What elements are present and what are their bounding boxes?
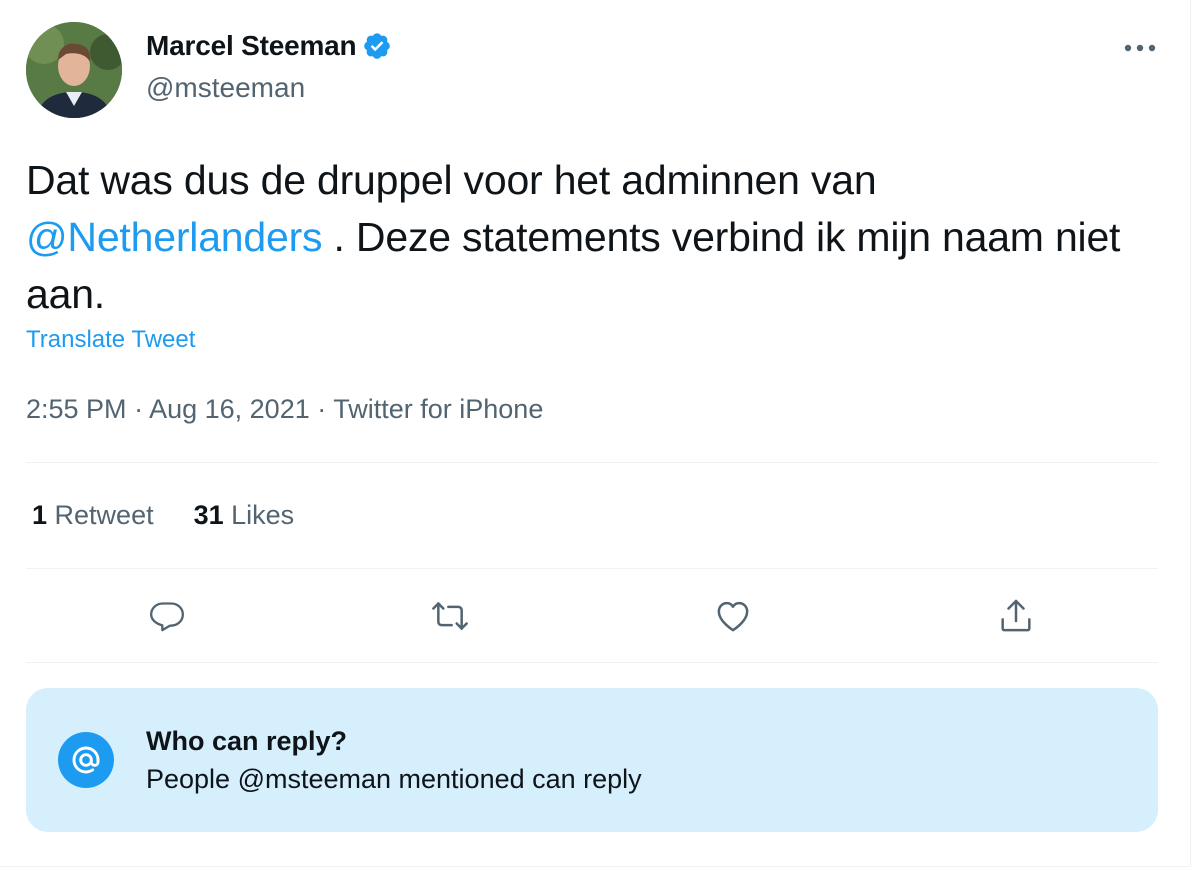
divider [26,462,1158,463]
reply-icon[interactable] [145,594,189,638]
tweet-meta: 2:55 PM · Aug 16, 2021 · Twitter for iPh… [26,394,543,425]
like-icon[interactable] [711,594,755,638]
author-row: Marcel Steeman [146,30,392,62]
translate-tweet-link[interactable]: Translate Tweet [26,326,195,354]
retweet-icon[interactable] [428,594,472,638]
meta-separator: · [309,394,334,424]
author-handle[interactable]: @msteeman [146,72,305,104]
mention-link[interactable]: @Netherlanders [26,214,323,260]
retweets-stat[interactable]: 1 Retweet [32,500,154,531]
tweet-time[interactable]: 2:55 PM [26,394,127,424]
avatar[interactable] [26,22,122,118]
meta-separator: · [126,394,150,424]
likes-count: 31 [193,500,224,530]
tweet-card: Marcel Steeman @msteeman Dat was dus de … [0,0,1191,867]
likes-label: Likes [223,500,295,530]
tweet-text: Dat was dus de druppel voor het adminnen… [26,152,1156,323]
likes-stat[interactable]: 31 Likes [194,500,295,531]
author-name[interactable]: Marcel Steeman [146,30,357,62]
tweet-date[interactable]: Aug 16, 2021 [149,394,310,424]
divider [26,568,1158,569]
more-options-icon[interactable] [1120,30,1160,66]
at-sign-icon [58,732,114,788]
action-bar [26,594,1158,638]
reply-notice-title: Who can reply? [146,726,348,756]
tweet-source[interactable]: Twitter for iPhone [333,394,543,424]
verified-badge-icon [362,31,392,61]
reply-restriction-notice: Who can reply? People @msteeman mentione… [26,688,1158,832]
divider [26,662,1158,663]
share-icon[interactable] [994,594,1038,638]
retweets-label: Retweet [47,500,154,530]
reply-notice-subtitle: People @msteeman mentioned can reply [146,764,642,794]
retweets-count: 1 [32,500,48,530]
tweet-stats: 1 Retweet 31 Likes [32,500,294,531]
tweet-text-before: Dat was dus de druppel voor het adminnen… [26,157,877,203]
